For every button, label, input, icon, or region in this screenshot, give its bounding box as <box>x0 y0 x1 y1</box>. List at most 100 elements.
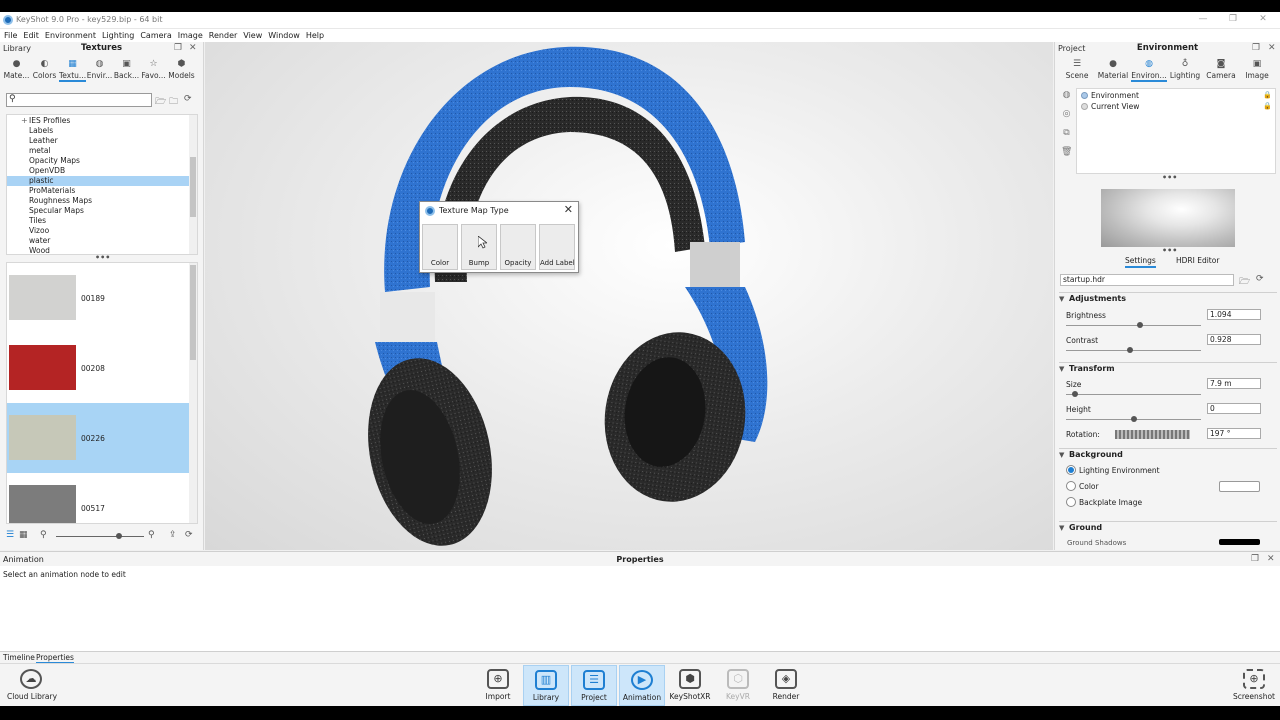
close-window-button[interactable]: ✕ <box>1256 14 1270 24</box>
rotation-field[interactable]: 197 ° <box>1207 428 1261 439</box>
tree-item-selected[interactable]: plastic <box>7 176 189 186</box>
upload-icon[interactable]: ⇪ <box>169 530 177 540</box>
project-button[interactable]: ☰ Project <box>571 665 617 706</box>
tree-item[interactable]: water <box>7 236 189 246</box>
splitter-handle[interactable]: ••• <box>1162 173 1177 182</box>
tab-environments[interactable]: ◍ Envir... <box>86 56 113 84</box>
radio-lighting-environment[interactable] <box>1066 465 1076 475</box>
contrast-slider[interactable] <box>1066 347 1201 353</box>
radio-backplate-image[interactable] <box>1066 497 1076 507</box>
ground-shadow-color-swatch[interactable] <box>1219 539 1260 545</box>
thumbnail-item-selected[interactable]: 00226 <box>7 403 190 473</box>
library-search-input[interactable]: ⚲ <box>6 93 152 107</box>
tree-item[interactable]: Roughness Maps <box>7 196 189 206</box>
rotation-dial[interactable] <box>1115 430 1190 439</box>
undock-icon[interactable]: ❐ <box>174 43 182 53</box>
tree-item[interactable]: Specular Maps <box>7 206 189 216</box>
tab-models[interactable]: ⬢ Models <box>168 56 195 84</box>
tree-item[interactable]: Vizoo <box>7 226 189 236</box>
tab-image[interactable]: ▣ Image <box>1239 56 1275 84</box>
lock-icon[interactable]: 🔒 <box>1263 90 1272 101</box>
list-item-environment[interactable]: Environment 🔒 <box>1079 90 1273 101</box>
close-panel-icon[interactable]: ✕ <box>1267 554 1275 564</box>
copy-environment-icon[interactable]: ⧉ <box>1061 128 1072 139</box>
tab-textures[interactable]: ▦ Textu... <box>59 56 86 84</box>
tree-item[interactable]: Opacity Maps <box>7 156 189 166</box>
menu-file[interactable]: File <box>0 29 20 42</box>
thumbnail-scroll-thumb[interactable] <box>190 265 196 360</box>
tree-item[interactable]: Labels <box>7 126 189 136</box>
tab-timeline[interactable]: Timeline <box>3 653 35 662</box>
tree-item[interactable]: + IES Profiles <box>7 116 189 126</box>
slider-knob[interactable] <box>116 533 122 539</box>
background-color-swatch[interactable] <box>1219 481 1260 492</box>
maximize-button[interactable]: ❐ <box>1226 14 1240 24</box>
sync-icon[interactable]: ⟳ <box>185 530 193 540</box>
opacity-map-button[interactable]: Opacity <box>500 224 536 270</box>
tab-material[interactable]: ● Material <box>1095 56 1131 84</box>
tab-materials[interactable]: ● Mate... <box>3 56 30 84</box>
cloud-library-button[interactable]: ☁ Cloud Library <box>7 665 57 706</box>
thumbnail-scrollbar[interactable] <box>189 263 197 523</box>
tree-scroll-thumb[interactable] <box>190 157 196 217</box>
tab-backplates[interactable]: ▣ Back... <box>113 56 140 84</box>
thumbnail-item[interactable]: 00189 <box>7 263 190 333</box>
menu-view[interactable]: View <box>240 29 265 42</box>
thumbnail-size-slider[interactable] <box>56 533 144 539</box>
render-viewport[interactable] <box>205 42 1053 550</box>
tab-colors[interactable]: ◐ Colors <box>31 56 58 84</box>
size-slider[interactable] <box>1066 391 1201 397</box>
thumbnail-item[interactable]: 00208 <box>7 333 190 403</box>
ground-shadows-label[interactable]: Ground Shadows <box>1067 539 1126 547</box>
contrast-field[interactable]: 0.928 <box>1207 334 1261 345</box>
duplicate-environment-icon[interactable]: ◎ <box>1061 109 1072 120</box>
background-section-header[interactable]: ▼ Background <box>1059 448 1277 460</box>
hdri-preview[interactable] <box>1101 189 1235 247</box>
size-field[interactable]: 7.9 m <box>1207 378 1261 389</box>
thumbnail-item[interactable]: 00517 <box>7 473 190 523</box>
screenshot-button[interactable]: ⊕ Screenshot <box>1230 665 1278 706</box>
zoom-in-icon[interactable]: ⚲ <box>148 530 155 540</box>
zoom-out-icon[interactable]: ⚲ <box>40 530 47 540</box>
animation-button[interactable]: ▶ Animation <box>619 665 665 706</box>
splitter-handle[interactable]: ••• <box>95 253 110 262</box>
tree-scrollbar[interactable] <box>189 115 197 254</box>
undock-icon[interactable]: ❐ <box>1251 554 1259 564</box>
slider-knob[interactable] <box>1126 347 1133 353</box>
tree-item[interactable]: ProMaterials <box>7 186 189 196</box>
tab-hdri-editor[interactable]: HDRI Editor <box>1176 256 1219 265</box>
list-item-current-view[interactable]: Current View 🔒 <box>1079 101 1273 112</box>
keyshotxr-button[interactable]: ⬢ KeyShotXR <box>667 665 713 706</box>
minimize-button[interactable]: — <box>1196 14 1210 24</box>
menu-lighting[interactable]: Lighting <box>99 29 137 42</box>
transform-section-header[interactable]: ▼ Transform <box>1059 362 1277 374</box>
color-map-button[interactable]: Color <box>422 224 458 270</box>
library-button[interactable]: ▥ Library <box>523 665 569 706</box>
refresh-icon[interactable]: ⟳ <box>1256 274 1264 284</box>
splitter-handle[interactable]: ••• <box>1162 246 1177 255</box>
menu-window[interactable]: Window <box>265 29 303 42</box>
close-panel-icon[interactable]: ✕ <box>189 43 197 53</box>
tree-item[interactable]: Leather <box>7 136 189 146</box>
tab-environment[interactable]: ◍ Environ... <box>1131 56 1167 84</box>
height-field[interactable]: 0 <box>1207 403 1261 414</box>
menu-environment[interactable]: Environment <box>42 29 99 42</box>
folder-add-icon[interactable]: 🗀 <box>169 94 178 110</box>
slider-knob[interactable] <box>1136 322 1143 328</box>
import-button[interactable]: ⊕ Import <box>475 665 521 706</box>
render-button[interactable]: ◈ Render <box>763 665 809 706</box>
slider-knob[interactable] <box>1130 416 1137 422</box>
open-folder-icon[interactable]: 🗁 <box>1239 274 1250 290</box>
tree-item[interactable]: metal <box>7 146 189 156</box>
radio-color[interactable] <box>1066 481 1076 491</box>
menu-image[interactable]: Image <box>175 29 206 42</box>
menu-camera[interactable]: Camera <box>137 29 174 42</box>
add-label-button[interactable]: Add Label <box>539 224 575 270</box>
delete-icon[interactable]: 🗑 <box>1061 147 1072 158</box>
open-folder-icon[interactable]: 🗁 <box>155 94 166 110</box>
menu-render[interactable]: Render <box>206 29 240 42</box>
ground-section-header[interactable]: ▼ Ground <box>1059 521 1277 533</box>
height-slider[interactable] <box>1066 416 1201 422</box>
adjustments-section-header[interactable]: ▼ Adjustments <box>1059 292 1277 304</box>
tab-favorites[interactable]: ☆ Favo... <box>140 56 167 84</box>
